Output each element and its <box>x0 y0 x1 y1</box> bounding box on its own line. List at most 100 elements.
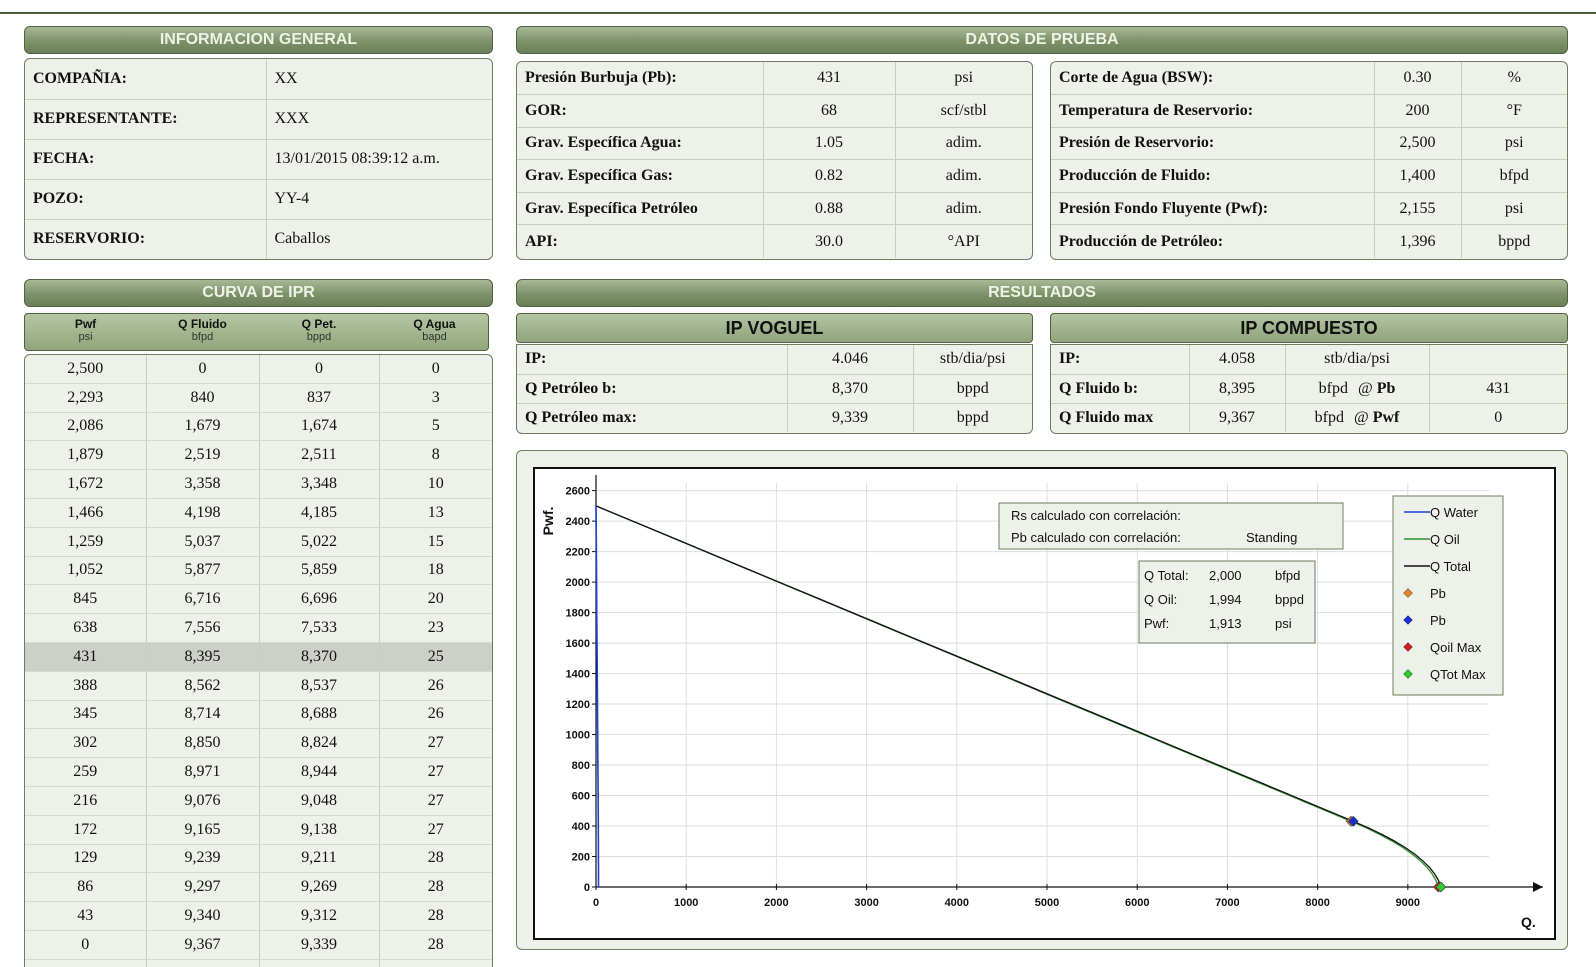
y-tick-label: 2000 <box>566 577 590 589</box>
ipr-chart-area[interactable]: 0 1000 2000 3000 4000 5000 6000 7000 8000 9000 0 20… <box>533 467 1556 940</box>
correlation-pb-label: Pb calculado con correlación: <box>1011 530 1181 545</box>
ipr-table-row[interactable]: 86 9,297 9,269 28 <box>25 872 492 903</box>
datos-prueba-right-label: Producción de Fluido: <box>1051 159 1374 193</box>
datos-prueba-right-row: Producción de Petróleo: 1,396 bppd <box>1051 224 1567 258</box>
datos-prueba-left-unit: °API <box>894 224 1032 258</box>
ip-voguel-header: IP VOGUEL <box>516 313 1033 343</box>
ipr-cell-pwf: 2,086 <box>25 412 146 442</box>
ipr-cell-qpet: 2,511 <box>258 440 379 471</box>
datos-prueba-left-value: 1.05 <box>762 127 895 161</box>
info-row: COMPAÑIA: XX <box>25 59 492 100</box>
ip-compuesto-row: Q Fluido b: 8,395 bfpd @ Pb 431 <box>1051 374 1567 404</box>
ipr-cell-qagua: 28 <box>378 930 492 960</box>
datos-prueba-left-unit: adim. <box>894 159 1032 193</box>
datos-prueba-left-value: 30.0 <box>762 224 895 258</box>
datos-prueba-left-label: API: <box>525 232 558 250</box>
ip-voguel-label: Q Petróleo b: <box>517 374 787 404</box>
ipr-table-row-empty <box>25 959 492 967</box>
ipr-table-row[interactable]: 2,086 1,679 1,674 5 <box>25 412 492 442</box>
ipr-table-row[interactable]: 0 9,367 9,339 28 <box>25 930 492 960</box>
ipr-cell-pwf: 129 <box>25 844 146 874</box>
ipr-cell-qagua: 27 <box>378 815 492 845</box>
info-value: 13/01/2015 08:39:12 a.m. <box>265 139 492 180</box>
ipr-table-row[interactable]: 1,259 5,037 5,022 15 <box>25 527 492 557</box>
ipr-table-row[interactable]: 129 9,239 9,211 28 <box>25 844 492 874</box>
ipr-table-row[interactable]: 1,052 5,877 5,859 18 <box>25 556 492 586</box>
datos-prueba-right-unit: °F <box>1460 94 1567 128</box>
info-row: RESERVORIO: Caballos <box>25 219 492 259</box>
ipr-cell-qpet: 9,048 <box>258 786 379 816</box>
legend-label: Pb <box>1430 613 1446 628</box>
datos-prueba-right-label: Presión de Reservorio: <box>1051 127 1374 161</box>
info-label: REPRESENTANTE: <box>25 99 266 140</box>
ip-compuesto-label: Q Fluido max <box>1059 408 1154 426</box>
ip-voguel-row: Q Petróleo max: 9,339 bppd <box>517 403 1032 432</box>
y-tick-label: 1600 <box>566 638 590 650</box>
ipr-cell-qpet: 0 <box>258 355 379 384</box>
ip-compuesto-row: Q Fluido max 9,367 bfpd @ Pwf 0 <box>1051 403 1567 432</box>
ipr-table-row[interactable]: 845 6,716 6,696 20 <box>25 584 492 615</box>
ipr-col-qfluido: Q Fluido bfpd <box>178 317 227 343</box>
legend-label: Q Oil <box>1430 532 1460 547</box>
x-tick-label: 6000 <box>1125 897 1149 909</box>
ip-compuesto-at-value <box>1428 345 1567 375</box>
ipr-table-row[interactable]: 2,500 0 0 0 <box>25 355 492 384</box>
ipr-col-qagua: Q Agua bapd <box>413 317 456 343</box>
ipr-cell-qfluido: 5,877 <box>145 556 259 586</box>
ipr-cell-qfluido: 840 <box>145 383 259 413</box>
ipr-table-row[interactable]: 388 8,562 8,537 26 <box>25 671 492 701</box>
y-tick-label: 1800 <box>566 608 590 620</box>
datos-prueba-left-row: Grav. Específica Agua: 1.05 adim. <box>517 127 1032 161</box>
ip-compuesto-at-symbol: @ Pb <box>1357 379 1396 397</box>
ip-voguel-row: IP: 4.046 stb/dia/psi <box>517 345 1032 375</box>
ipr-cell-qagua: 27 <box>378 786 492 816</box>
ipr-cell-qfluido: 6,716 <box>145 584 259 615</box>
ipr-table-row[interactable]: 1,879 2,519 2,511 8 <box>25 440 492 471</box>
datos-prueba-left-row: Grav. Específica Petróleo 0.88 adim. <box>517 192 1032 226</box>
ipr-cell-pwf: 2,500 <box>25 355 146 384</box>
ipr-table-row[interactable]: 345 8,714 8,688 26 <box>25 700 492 730</box>
datos-prueba-left-row: GOR: 68 scf/stbl <box>517 94 1032 128</box>
ipr-cell-pwf: 172 <box>25 815 146 845</box>
ipr-cell-qpet: 3,348 <box>258 469 379 499</box>
cursor-info-unit: bfpd <box>1275 568 1300 583</box>
ip-compuesto-at-label: Pwf <box>1372 408 1400 426</box>
datos-prueba-right-row: Temperatura de Reservorio: 200 °F <box>1051 94 1567 128</box>
datos-prueba-left-table: Presión Burbuja (Pb): 431 psi GOR: 68 scf/stb… <box>517 62 1032 258</box>
ipr-table-row[interactable]: 43 9,340 9,312 28 <box>25 901 492 931</box>
ip-compuesto-unit-text: bfpd <box>1318 379 1348 397</box>
ipr-cell-qfluido: 9,076 <box>145 786 259 816</box>
legend-label: Qoil Max <box>1430 640 1482 655</box>
legend-label: Q Water <box>1430 505 1479 520</box>
ipr-cell-qagua: 23 <box>378 613 492 643</box>
ipr-table-row[interactable]: 638 7,556 7,533 23 <box>25 613 492 643</box>
ipr-table-row[interactable]: 1,672 3,358 3,348 10 <box>25 469 492 499</box>
legend-label: Pb <box>1430 586 1446 601</box>
ipr-chart[interactable]: 0 1000 2000 3000 4000 5000 6000 7000 8000 9000 0 20… <box>535 469 1554 938</box>
ipr-table-row[interactable]: 1,466 4,198 4,185 13 <box>25 498 492 528</box>
y-tick-label: 1200 <box>566 699 590 711</box>
ip-compuesto-panel: IP: 4.058 stb/dia/psi Q Fluido b: 8,395 bfpd @… <box>1050 344 1568 434</box>
datos-prueba-left-value: 0.82 <box>762 159 895 193</box>
ipr-table-row[interactable]: 216 9,076 9,048 27 <box>25 786 492 816</box>
ipr-table-panel[interactable]: 2,500 0 0 0 2,293 840 837 3 2,086 1,679 1,674 5 1,87… <box>24 354 493 967</box>
ipr-table-row[interactable]: 172 9,165 9,138 27 <box>25 815 492 845</box>
ip-voguel-label: Q Petróleo max: <box>525 408 637 426</box>
ip-compuesto-row: IP: 4.058 stb/dia/psi <box>1051 345 1567 375</box>
ipr-cell-empty <box>378 959 492 967</box>
x-tick-label: 9000 <box>1396 897 1420 909</box>
ipr-cell-pwf: 1,672 <box>25 469 146 499</box>
ipr-table-row[interactable]: 302 8,850 8,824 27 <box>25 728 492 759</box>
ipr-table-row[interactable]: 431 8,395 8,370 25 <box>25 642 492 672</box>
ip-compuesto-at-value: 431 <box>1428 374 1567 404</box>
datos-prueba-right-unit: % <box>1460 62 1567 96</box>
info-label: COMPAÑIA: <box>25 59 266 100</box>
ipr-table-row[interactable]: 2,293 840 837 3 <box>25 383 492 413</box>
ipr-table-row[interactable]: 259 8,971 8,944 27 <box>25 757 492 787</box>
ipr-cell-pwf: 2,293 <box>25 383 146 413</box>
ipr-cell-qfluido: 9,239 <box>145 844 259 874</box>
info-general-table: COMPAÑIA: XX REPRESENTANTE: XXX FECHA: 13/01/… <box>25 59 492 259</box>
ip-compuesto-label: IP: <box>1051 345 1189 375</box>
cursor-info-label: Q Total: <box>1144 568 1189 583</box>
ip-voguel-value: 4.046 <box>786 345 913 375</box>
